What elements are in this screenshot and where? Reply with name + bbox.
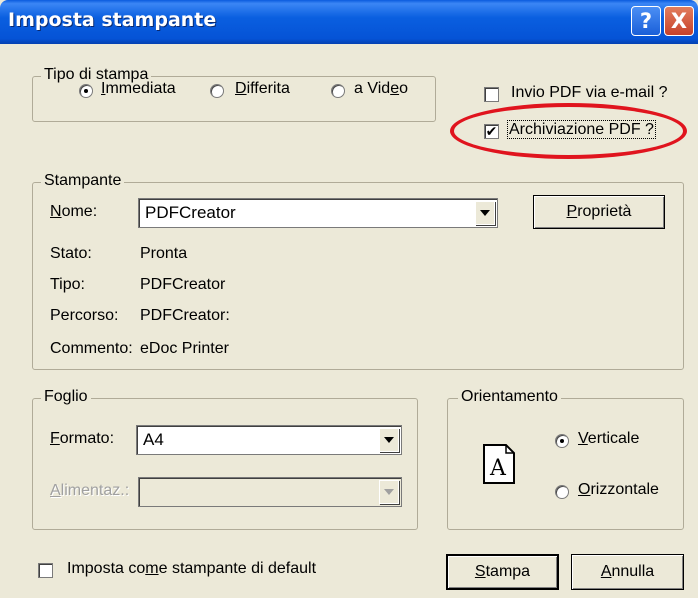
radio-landscape-label[interactable]: Orizzontale: [578, 481, 659, 499]
feed-label: Alimentaz.:: [50, 482, 130, 499]
portrait-page-icon: A: [483, 444, 515, 484]
default-printer-checkbox[interactable]: [38, 563, 53, 578]
radio-portrait-label[interactable]: Verticale: [578, 430, 639, 448]
status-label: Stato:: [50, 245, 92, 262]
type-value: PDFCreator: [140, 276, 226, 293]
printer-legend: Stampante: [41, 172, 125, 190]
format-label: Formato:: [50, 430, 115, 447]
radio-immediata[interactable]: [79, 84, 93, 98]
feed-select[interactable]: [138, 477, 402, 507]
format-select[interactable]: A4: [136, 425, 402, 455]
path-label: Percorso:: [50, 307, 119, 324]
help-button[interactable]: ?: [631, 6, 661, 36]
page-letter: A: [489, 456, 507, 481]
printer-name-label: Nome:: [50, 203, 98, 220]
radio-landscape[interactable]: [555, 485, 569, 499]
print-button[interactable]: Stampa: [446, 554, 559, 590]
radio-a-video-label[interactable]: a Video: [354, 80, 408, 98]
sheet-group: Foglio: [32, 388, 418, 530]
radio-differita-label[interactable]: Differita: [235, 80, 290, 98]
chevron-down-icon[interactable]: [379, 428, 399, 452]
radio-differita[interactable]: [210, 84, 224, 98]
printer-name-select[interactable]: PDFCreator: [138, 198, 498, 228]
email-pdf-label[interactable]: Invio PDF via e-mail ?: [511, 84, 668, 102]
comment-value: eDoc Printer: [140, 340, 229, 357]
chevron-down-icon[interactable]: [475, 201, 495, 225]
close-button[interactable]: X: [664, 6, 694, 36]
email-pdf-checkbox[interactable]: [484, 87, 499, 102]
orientation-legend: Orientamento: [458, 388, 561, 406]
cancel-button[interactable]: Annulla: [571, 554, 684, 590]
type-label: Tipo:: [50, 276, 85, 293]
radio-portrait[interactable]: [555, 434, 569, 448]
window-title: Imposta stampante: [8, 9, 217, 31]
chevron-down-icon[interactable]: [379, 480, 399, 504]
radio-a-video[interactable]: [331, 84, 345, 98]
comment-label: Commento:: [50, 340, 133, 357]
default-printer-label[interactable]: Imposta come stampante di default: [67, 560, 316, 578]
properties-button[interactable]: Proprietà: [533, 195, 665, 229]
radio-immediata-label[interactable]: Immediata: [101, 80, 176, 98]
status-value: Pronta: [140, 245, 188, 262]
sheet-legend: Foglio: [41, 388, 91, 406]
highlight-ellipse: [450, 103, 687, 159]
path-value: PDFCreator:: [140, 307, 230, 324]
